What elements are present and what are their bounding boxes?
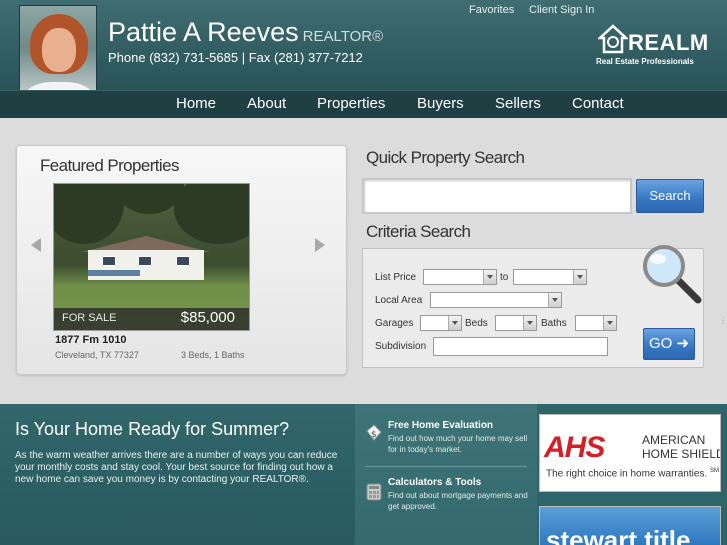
ahs-name-line1: AMERICAN bbox=[642, 433, 706, 447]
min-price-select[interactable] bbox=[423, 269, 497, 285]
nav-properties[interactable]: Properties bbox=[317, 95, 385, 112]
list-price-label: List Price bbox=[375, 272, 417, 283]
realm-logo[interactable]: REALM Real Estate Professionals bbox=[596, 24, 708, 68]
ahs-service-mark: SM bbox=[709, 468, 719, 474]
link-title: Calculators & Tools bbox=[388, 477, 482, 488]
link-title: Free Home Evaluation bbox=[388, 420, 494, 431]
ahs-tagline-text: The right choice in home warranties. bbox=[546, 468, 708, 480]
go-label: GO bbox=[648, 335, 673, 352]
client-sign-in-link[interactable]: Client Sign In bbox=[529, 4, 594, 16]
nav-contact[interactable]: Contact bbox=[572, 95, 624, 112]
main-content: Featured Properties FOR SALE $85,000 187… bbox=[0, 118, 727, 404]
baths-select[interactable] bbox=[575, 315, 617, 331]
nav-about[interactable]: About bbox=[247, 95, 286, 112]
go-arrow-icon: ➜ bbox=[676, 335, 690, 352]
to-label: to bbox=[500, 272, 509, 283]
quick-links-panel: $ Free Home Evaluation Find out how much… bbox=[355, 404, 537, 545]
local-area-select[interactable] bbox=[430, 292, 562, 308]
prev-arrow-icon[interactable] bbox=[31, 238, 41, 252]
quick-search-input[interactable] bbox=[362, 178, 632, 214]
link-desc: Find out how much your home may sell for… bbox=[388, 434, 528, 454]
promo-panel: Is Your Home Ready for Summer? As the wa… bbox=[0, 404, 355, 545]
featured-properties-panel: Featured Properties FOR SALE $85,000 187… bbox=[16, 145, 347, 375]
link-desc: Find out about mortgage payments and get… bbox=[388, 491, 528, 511]
resize-grip-icon[interactable]: ⋮ bbox=[719, 316, 727, 330]
ahs-logo-stripe bbox=[540, 433, 650, 436]
bottom-section: Is Your Home Ready for Summer? As the wa… bbox=[0, 404, 727, 545]
go-button[interactable]: GO ➜ bbox=[643, 328, 695, 360]
ahs-logo: AHS bbox=[544, 431, 605, 464]
divider bbox=[365, 466, 527, 467]
garages-select[interactable] bbox=[420, 315, 462, 331]
nav-home[interactable]: Home bbox=[176, 95, 216, 112]
promo-body: As the warm weather arrives there are a … bbox=[15, 450, 338, 485]
local-area-label: Local Area bbox=[375, 295, 423, 306]
property-photo[interactable]: FOR SALE $85,000 bbox=[53, 183, 250, 331]
nav-sellers[interactable]: Sellers bbox=[495, 95, 541, 112]
agent-name: Pattie A Reeves REALTOR® bbox=[108, 17, 383, 48]
featured-title: Featured Properties bbox=[40, 156, 179, 175]
property-price: $85,000 bbox=[180, 309, 235, 326]
house-logo-icon bbox=[598, 24, 628, 54]
max-price-select[interactable] bbox=[513, 269, 587, 285]
ahs-tagline: The right choice in home warranties. SM bbox=[546, 468, 719, 479]
logo-tagline: Real Estate Professionals bbox=[596, 57, 694, 66]
nav-buyers[interactable]: Buyers bbox=[417, 95, 464, 112]
quick-search-title: Quick Property Search bbox=[366, 148, 525, 167]
beds-label: Beds bbox=[465, 318, 488, 329]
ahs-ad-banner[interactable]: AHS AMERICAN HOME SHIELD The right choic… bbox=[539, 414, 721, 492]
search-button[interactable]: Search bbox=[636, 179, 704, 213]
realtor-designation: REALTOR® bbox=[302, 28, 384, 45]
site-header: Favorites Client Sign In Pattie A Reeves… bbox=[0, 0, 727, 118]
favorites-link[interactable]: Favorites bbox=[469, 4, 514, 16]
property-city: Cleveland, TX 77327 bbox=[55, 350, 139, 360]
property-beds-baths: 3 Beds, 1 Baths bbox=[181, 350, 245, 360]
calculator-icon bbox=[366, 483, 382, 501]
stewart-title-ad-banner[interactable]: stewart title bbox=[539, 506, 721, 545]
beds-select[interactable] bbox=[495, 315, 537, 331]
price-bar: FOR SALE $85,000 bbox=[54, 308, 249, 330]
status-badge: FOR SALE bbox=[62, 312, 117, 324]
stewart-logo: stewart title bbox=[546, 525, 691, 545]
svg-text:$: $ bbox=[371, 430, 377, 440]
main-nav: Home About Properties Buyers Sellers Con… bbox=[0, 90, 727, 118]
garages-label: Garages bbox=[375, 318, 414, 329]
ahs-name-line2: HOME SHIELD bbox=[642, 447, 721, 461]
logo-brand: REALM bbox=[628, 30, 709, 55]
property-address[interactable]: 1877 Fm 1010 bbox=[55, 334, 127, 346]
baths-label: Baths bbox=[541, 318, 567, 329]
subdivision-input[interactable] bbox=[433, 337, 608, 356]
magnifier-icon bbox=[643, 245, 702, 304]
criteria-search-title: Criteria Search bbox=[366, 222, 471, 241]
subdivision-label: Subdivision bbox=[375, 341, 427, 352]
next-arrow-icon[interactable] bbox=[315, 238, 325, 252]
agent-name-text: Pattie A Reeves bbox=[108, 17, 299, 47]
dollar-tag-icon: $ bbox=[366, 424, 382, 441]
contact-line: Phone (832) 731-5685 | Fax (281) 377-721… bbox=[108, 50, 363, 65]
ads-column: AHS AMERICAN HOME SHIELD The right choic… bbox=[537, 404, 727, 545]
promo-title[interactable]: Is Your Home Ready for Summer? bbox=[15, 419, 289, 440]
